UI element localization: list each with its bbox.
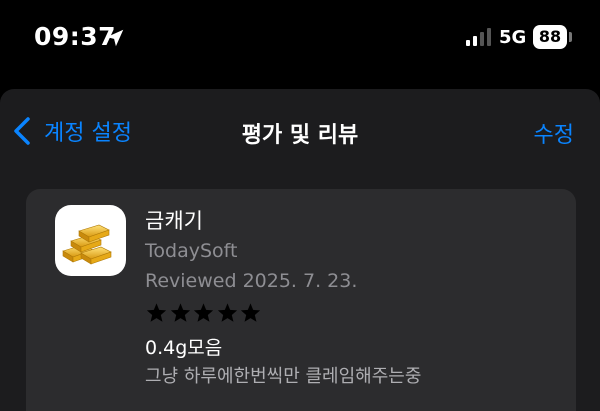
battery-tip [569,32,572,42]
review-date: Reviewed 2025. 7. 23. [145,270,358,292]
star-icon [193,303,214,322]
location-arrow-icon [106,29,124,47]
review-body: 그냥 하루에한번씩만 클레임해주는중 [145,366,422,387]
review-title: 0.4g모음 [145,337,223,359]
app-icon[interactable] [55,205,126,276]
star-icon [170,303,190,322]
cellular-signal-icon [466,28,491,46]
star-icon [217,303,237,322]
star-rating [145,302,263,324]
battery-indicator: 88 [533,25,567,49]
developer-name: TodaySoft [145,240,238,262]
edit-button[interactable]: 수정 [534,117,574,149]
star-icon [240,303,261,322]
star-icon [146,303,167,322]
page-title: 평가 및 리뷰 [241,123,359,148]
network-type: 5G [499,27,527,48]
gold-bars-icon [62,224,112,265]
status-bar: 09:37 5G 88 [0,0,600,78]
battery-level: 88 [538,27,562,46]
app-name: 금캐기 [145,209,203,233]
